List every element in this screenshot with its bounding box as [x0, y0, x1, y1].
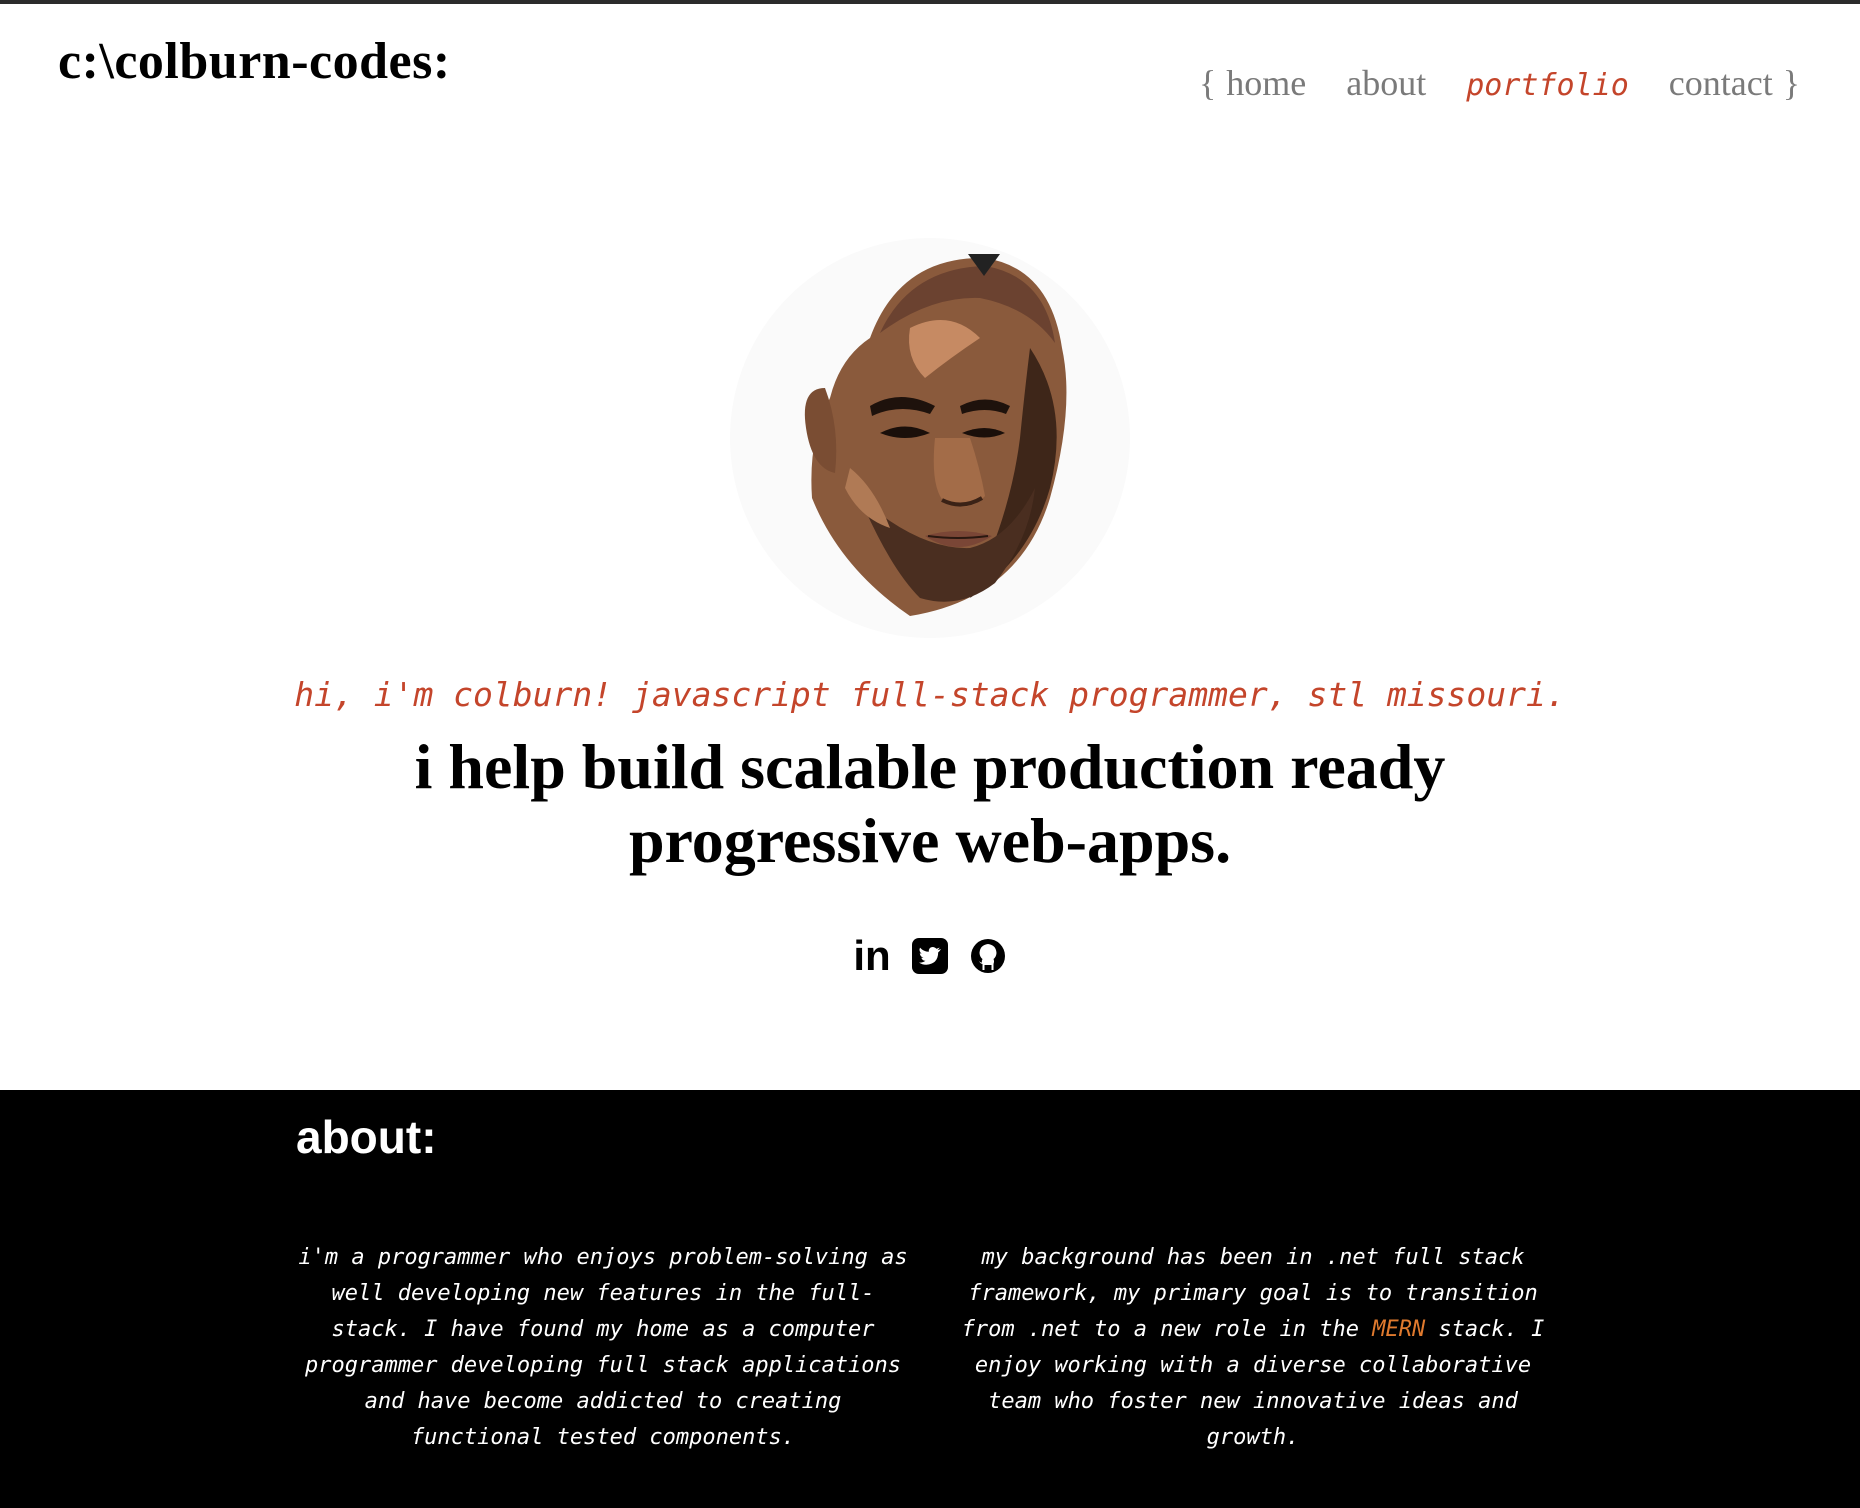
about-section: about: i'm a programmer who enjoys probl…	[0, 1090, 1860, 1508]
nav-close-brace: }	[1782, 63, 1800, 103]
site-logo[interactable]: c:\colburn-codes:	[58, 32, 451, 91]
nav-item-portfolio[interactable]: portfolio	[1466, 68, 1629, 103]
twitter-icon[interactable]	[910, 936, 950, 976]
avatar	[730, 238, 1130, 638]
twitter-icon-svg	[912, 938, 948, 974]
hero-headline-line1: i help build scalable production ready	[414, 731, 1446, 802]
github-icon-svg	[971, 939, 1005, 973]
mern-highlight: MERN	[1372, 1317, 1426, 1342]
nav-item-contact[interactable]: contact	[1669, 62, 1773, 104]
hero-headline-line2: progressive web-apps.	[628, 805, 1232, 876]
about-text-right: my background has been in .net full stac…	[948, 1240, 1558, 1456]
top-border	[0, 0, 1860, 4]
social-links: in	[0, 935, 1860, 977]
about-title: about:	[296, 1111, 437, 1163]
nav-item-home[interactable]: home	[1226, 62, 1306, 104]
hero-headline: i help build scalable production ready p…	[330, 730, 1530, 878]
github-icon[interactable]	[968, 936, 1008, 976]
nav-open-brace: {	[1198, 63, 1217, 103]
about-text-left: i'm a programmer who enjoys problem-solv…	[298, 1245, 908, 1450]
hero-tagline: hi, i'm colburn! javascript full-stack p…	[294, 675, 1566, 714]
avatar-illustration	[804, 254, 1067, 616]
nav-item-about[interactable]: about	[1346, 62, 1426, 104]
main-nav: { home about portfolio contact }	[1199, 62, 1800, 104]
linkedin-icon[interactable]: in	[852, 935, 892, 977]
